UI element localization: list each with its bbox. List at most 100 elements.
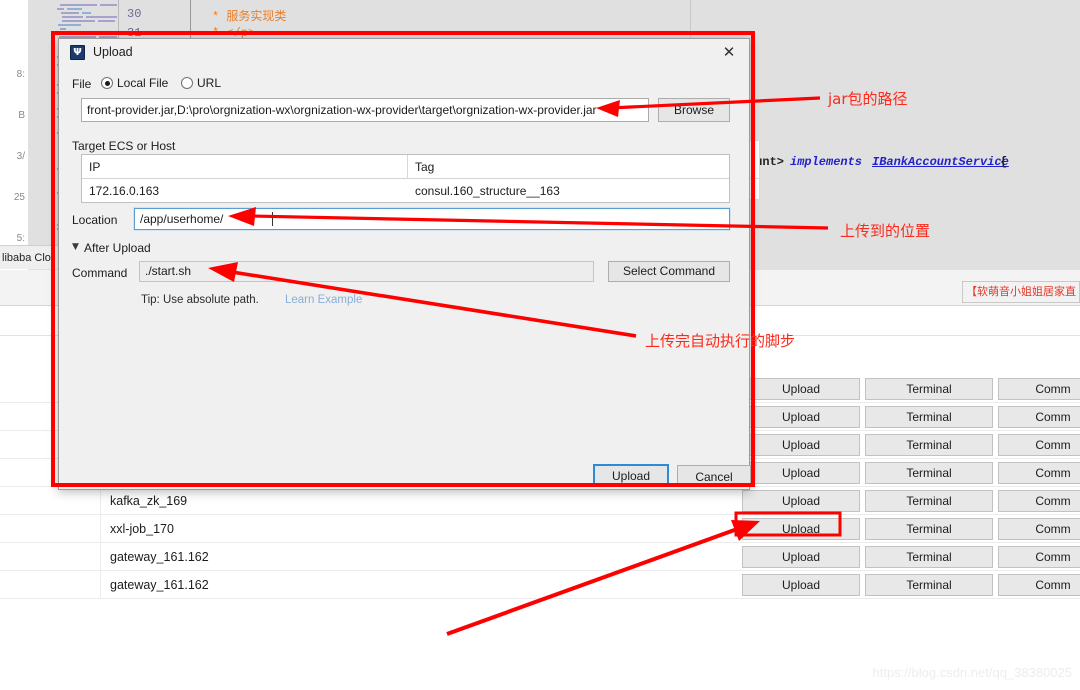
- row-column-separator: [100, 543, 101, 571]
- file-path-input[interactable]: front-provider.jar,D:\pro\orgnization-wx…: [81, 98, 649, 122]
- row-terminal-button[interactable]: Terminal: [865, 546, 993, 568]
- gutter-fragment: B: [18, 110, 25, 121]
- row-command-button[interactable]: Comm: [998, 574, 1080, 596]
- row-upload-button[interactable]: Upload: [742, 434, 860, 456]
- minimap-code-line: [86, 16, 117, 18]
- watermark-text: https://blog.csdn.net/qq_38380025: [872, 665, 1073, 680]
- minimap-code-line: [61, 12, 79, 14]
- learn-example-link[interactable]: Learn Example: [285, 294, 362, 306]
- target-host-table-header: IP Tag: [82, 155, 729, 179]
- minimap-code-line: [60, 32, 89, 34]
- row-terminal-button[interactable]: Terminal: [865, 462, 993, 484]
- column-header-ip: IP: [89, 160, 101, 174]
- minimap-code-line: [57, 8, 64, 10]
- row-terminal-button[interactable]: Terminal: [865, 406, 993, 428]
- radio-local-file-label: Local File: [117, 76, 169, 90]
- code-line-number-30: 30: [127, 7, 142, 21]
- anno-upload-location: 上传到的位置: [840, 222, 931, 240]
- editor-gutter-fragments: 8:B3/255:/3nu: [0, 0, 28, 326]
- anno-jar-path: jar包的路径: [828, 90, 908, 108]
- command-input[interactable]: ./start.sh: [139, 261, 594, 282]
- column-header-tag: Tag: [415, 160, 435, 174]
- select-command-button[interactable]: Select Command: [608, 261, 730, 282]
- minimap-code-line: [60, 28, 66, 30]
- minimap-code-line: [62, 20, 95, 22]
- row-upload-button[interactable]: Upload: [742, 462, 860, 484]
- table-row[interactable]: gateway_161.162 Upload Terminal Comm: [0, 571, 1080, 599]
- text-caret: [272, 212, 273, 226]
- row-upload-button[interactable]: Upload: [742, 518, 860, 540]
- file-label: File: [72, 77, 92, 91]
- cell-host-name: gateway_161.162: [110, 578, 209, 592]
- radio-url-label: URL: [197, 76, 222, 90]
- radio-local-file-indicator: [101, 77, 113, 89]
- row-upload-button[interactable]: Upload: [742, 490, 860, 512]
- command-tip-text: Tip: Use absolute path.: [141, 294, 259, 306]
- minimap-code-line: [60, 4, 97, 6]
- anno-auto-script: 上传完自动执行的脚步: [645, 332, 796, 350]
- minimap-code-line: [82, 12, 91, 14]
- code-keyword-implements: implements: [790, 155, 863, 169]
- dialog-upload-button[interactable]: Upload: [593, 464, 669, 487]
- row-terminal-button[interactable]: Terminal: [865, 518, 993, 540]
- code-fragment-brace: {: [1000, 155, 1008, 169]
- minimap-code-line: [67, 8, 82, 10]
- row-command-button[interactable]: Comm: [998, 406, 1080, 428]
- target-host-table-row[interactable]: 172.16.0.163 consul.160_structure__163: [82, 179, 729, 203]
- cell-tag: consul.160_structure__163: [415, 184, 560, 198]
- table-row[interactable]: kafka_zk_169 Upload Terminal Comm: [0, 487, 1080, 515]
- dialog-title: Upload: [93, 45, 133, 59]
- ad-badge[interactable]: 【软萌音小姐姐居家直: [962, 281, 1080, 303]
- chevron-down-icon[interactable]: ▼: [72, 242, 79, 252]
- table-row[interactable]: xxl-job_170 Upload Terminal Comm: [0, 515, 1080, 543]
- gutter-fragment: 8:: [16, 69, 25, 80]
- row-upload-button[interactable]: Upload: [742, 574, 860, 596]
- row-terminal-button[interactable]: Terminal: [865, 490, 993, 512]
- minimap-code-line: [62, 16, 83, 18]
- row-command-button[interactable]: Comm: [998, 490, 1080, 512]
- row-terminal-button[interactable]: Terminal: [865, 434, 993, 456]
- minimap-code-line: [100, 4, 117, 6]
- app-icon: Ψ: [70, 45, 85, 60]
- radio-local-file[interactable]: Local File: [101, 76, 168, 90]
- row-upload-button[interactable]: Upload: [742, 378, 860, 400]
- cell-host-name: kafka_zk_169: [110, 494, 188, 508]
- target-host-table[interactable]: IP Tag 172.16.0.163 consul.160_structure…: [81, 154, 730, 203]
- row-command-button[interactable]: Comm: [998, 518, 1080, 540]
- radio-url-indicator: [181, 77, 193, 89]
- row-terminal-button[interactable]: Terminal: [865, 378, 993, 400]
- gutter-fragment: 3/: [16, 151, 25, 162]
- code-comment-line-30: * 服务实现类: [212, 10, 287, 24]
- ide-bottom-tab-alibaba-cloud[interactable]: libaba Clo: [0, 245, 60, 269]
- cell-host-name: gateway_161.162: [110, 550, 209, 564]
- cell-host-name: xxl-job_170: [110, 522, 174, 536]
- minimap-code-line: [92, 32, 117, 34]
- row-command-button[interactable]: Comm: [998, 546, 1080, 568]
- browse-button[interactable]: Browse: [658, 98, 730, 122]
- code-type-ibankaccountservice: IBankAccountService: [872, 155, 1009, 169]
- target-section-label: Target ECS or Host: [72, 139, 176, 153]
- radio-url[interactable]: URL: [181, 76, 221, 90]
- location-input[interactable]: /app/userhome/: [133, 207, 731, 231]
- screenshot-root: 8:B3/255:/3nu 30 31 * 服务实现类 * </p> ount>…: [0, 0, 1080, 690]
- row-command-button[interactable]: Comm: [998, 462, 1080, 484]
- row-terminal-button[interactable]: Terminal: [865, 574, 993, 596]
- gutter-fragment: 25: [13, 192, 25, 203]
- row-upload-button[interactable]: Upload: [742, 406, 860, 428]
- dialog-cancel-button[interactable]: Cancel: [677, 465, 751, 487]
- close-icon[interactable]: ✕: [717, 42, 741, 64]
- after-upload-label: After Upload: [84, 241, 151, 255]
- row-command-button[interactable]: Comm: [998, 434, 1080, 456]
- row-column-separator: [100, 487, 101, 515]
- row-upload-button[interactable]: Upload: [742, 546, 860, 568]
- row-column-separator: [100, 571, 101, 599]
- command-label: Command: [72, 266, 128, 280]
- upload-dialog: Ψ Upload ✕ File Local File URL front-pro…: [58, 38, 751, 490]
- row-column-separator: [100, 515, 101, 543]
- row-command-button[interactable]: Comm: [998, 378, 1080, 400]
- location-label: Location: [72, 213, 118, 227]
- minimap-code-line: [98, 20, 115, 22]
- dialog-title-bar[interactable]: Ψ Upload ✕: [59, 39, 749, 68]
- cell-ip: 172.16.0.163: [89, 184, 160, 198]
- table-row[interactable]: gateway_161.162 Upload Terminal Comm: [0, 543, 1080, 571]
